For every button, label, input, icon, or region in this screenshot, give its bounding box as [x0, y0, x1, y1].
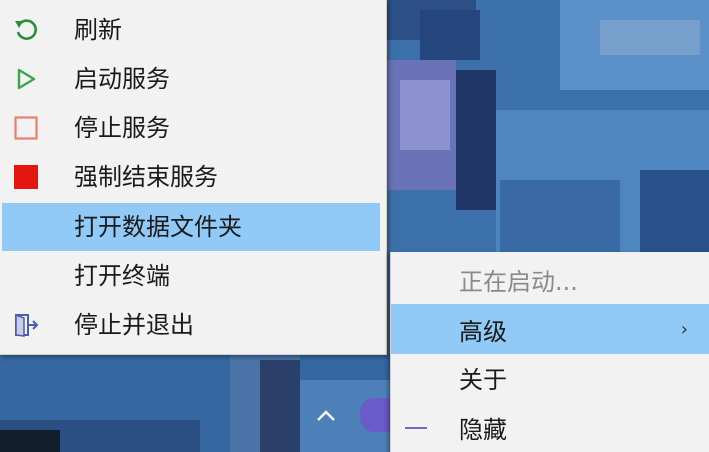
menu-item-open-data-folder[interactable]: 打开数据文件夹 [2, 203, 380, 251]
tray-item-label: 隐藏 [459, 415, 507, 444]
tray-app-icon[interactable] [360, 398, 390, 432]
menu-item-label: 停止并退出 [74, 311, 194, 339]
menu-item-label: 启动服务 [74, 65, 170, 93]
menu-item-start-service[interactable]: 启动服务 [0, 55, 386, 103]
minus-icon [405, 427, 427, 429]
menu-item-force-stop[interactable]: 强制结束服务 [0, 153, 386, 201]
menu-item-open-terminal[interactable]: 打开终端 [0, 252, 386, 300]
menu-item-label: 打开数据文件夹 [74, 213, 242, 241]
menu-item-refresh[interactable]: 刷新 [0, 6, 386, 54]
menu-item-label: 强制结束服务 [74, 163, 218, 191]
menu-item-label: 打开终端 [74, 262, 170, 290]
menu-item-stop-and-exit[interactable]: 停止并退出 [0, 301, 386, 349]
chevron-right-icon: › [680, 318, 688, 340]
tray-item-about[interactable]: 关于 [391, 352, 709, 402]
menu-item-stop-service[interactable]: 停止服务 [0, 104, 386, 152]
stop-filled-icon [12, 163, 40, 191]
menu-item-label: 停止服务 [74, 114, 170, 142]
tray-item-label: 关于 [459, 365, 507, 394]
stop-outline-icon [12, 114, 40, 142]
service-context-menu: 刷新 启动服务 停止服务 强制结束服务 打开数据文件夹 打开终端 停止并退出 [0, 0, 387, 355]
tray-context-menu: 正在启动... 高级 › 关于 隐藏 [390, 252, 709, 452]
menu-item-label: 刷新 [74, 16, 122, 44]
tray-item-starting: 正在启动... [391, 254, 709, 304]
refresh-icon [12, 16, 40, 44]
tray-item-hide[interactable]: 隐藏 [391, 402, 709, 452]
tray-item-label: 正在启动... [459, 267, 578, 296]
exit-icon [12, 311, 40, 339]
tray-item-advanced[interactable]: 高级 › [391, 304, 709, 354]
play-icon [12, 65, 40, 93]
tray-item-label: 高级 [459, 317, 507, 346]
tray-overflow-chevron-icon[interactable] [312, 402, 340, 430]
